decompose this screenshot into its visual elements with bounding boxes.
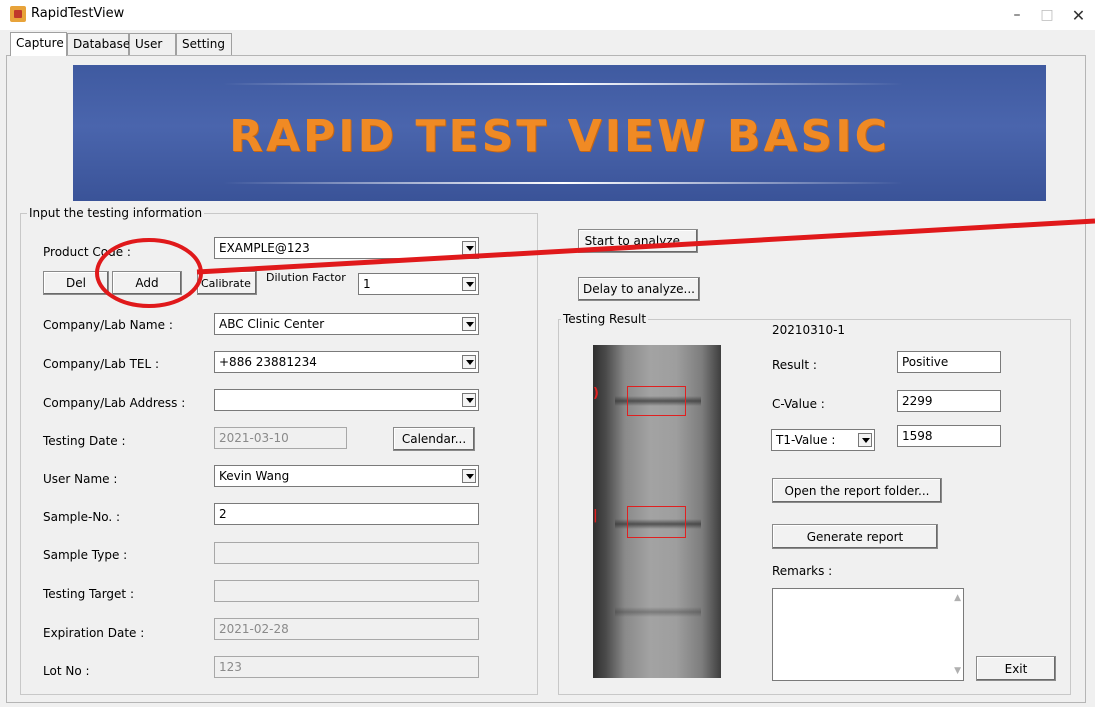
t1-value-field: 1598 <box>897 425 1001 447</box>
product-code-select[interactable]: EXAMPLE@123 <box>214 237 479 259</box>
result-value: Positive <box>902 355 949 369</box>
test-marker: | <box>593 508 598 523</box>
testing-target-label: Testing Target : <box>43 587 134 601</box>
t-value-select[interactable]: T1-Value : <box>771 429 875 451</box>
lot-no-value: 123 <box>219 660 242 674</box>
user-name-value: Kevin Wang <box>219 469 290 483</box>
control-roi-box <box>627 386 686 416</box>
sample-type-field <box>214 542 479 564</box>
c-value-value: 2299 <box>902 394 933 408</box>
company-address-label: Company/Lab Address : <box>43 396 186 410</box>
chevron-down-icon <box>858 433 872 447</box>
chevron-down-icon <box>462 469 476 483</box>
result-label: Result : <box>772 358 817 372</box>
company-tel-value: +886 23881234 <box>219 355 317 369</box>
generate-report-button[interactable]: Generate report <box>772 524 938 549</box>
open-report-folder-button[interactable]: Open the report folder... <box>772 478 942 503</box>
dilution-factor-value: 1 <box>363 277 371 291</box>
test-roi-box <box>627 506 686 538</box>
input-group-title: Input the testing information <box>27 206 205 220</box>
dilution-factor-label: Dilution Factor <box>266 271 346 284</box>
banner-title: RAPID TEST VIEW BASIC <box>229 111 890 162</box>
remarks-label: Remarks : <box>772 564 833 578</box>
chevron-down-icon <box>462 241 476 255</box>
company-name-value: ABC Clinic Center <box>219 317 325 331</box>
testing-date-field: 2021-03-10 <box>214 427 347 449</box>
user-name-label: User Name : <box>43 472 118 486</box>
c-value-label: C-Value : <box>772 397 825 411</box>
calendar-button[interactable]: Calendar... <box>393 427 475 451</box>
sample-no-value: 2 <box>219 507 227 521</box>
chevron-down-icon <box>462 277 476 291</box>
chevron-down-icon <box>462 317 476 331</box>
user-name-select[interactable]: Kevin Wang <box>214 465 479 487</box>
app-icon <box>10 6 26 22</box>
dilution-factor-select[interactable]: 1 <box>358 273 479 295</box>
testing-date-label: Testing Date : <box>43 434 126 448</box>
tab-capture[interactable]: Capture <box>10 32 67 56</box>
product-code-label: Product Code : <box>43 245 131 259</box>
company-name-select[interactable]: ABC Clinic Center <box>214 313 479 335</box>
test-strip-image: ) | <box>593 345 721 678</box>
scroll-down-icon[interactable]: ▼ <box>954 666 961 676</box>
testing-date-value: 2021-03-10 <box>219 431 289 445</box>
banner-bottom-line <box>223 182 903 184</box>
tab-user[interactable]: User <box>129 33 176 55</box>
window-title: RapidTestView <box>31 6 125 21</box>
title-bar: RapidTestView – □ ✕ <box>0 0 1095 30</box>
lot-no-field: 123 <box>214 656 479 678</box>
tab-setting[interactable]: Setting <box>176 33 232 55</box>
delay-analyze-button[interactable]: Delay to analyze... <box>578 277 700 301</box>
start-analyze-button[interactable]: Start to analyze... <box>578 229 698 253</box>
result-group-title: Testing Result <box>561 312 649 326</box>
chevron-down-icon <box>462 355 476 369</box>
expiration-date-field: 2021-02-28 <box>214 618 479 640</box>
product-code-value: EXAMPLE@123 <box>219 241 310 255</box>
expiration-date-value: 2021-02-28 <box>219 622 289 636</box>
company-address-select[interactable] <box>214 389 479 411</box>
t1-value-value: 1598 <box>902 429 933 443</box>
del-button[interactable]: Del <box>43 271 109 295</box>
company-tel-select[interactable]: +886 23881234 <box>214 351 479 373</box>
remarks-textarea[interactable]: ▲ ▼ <box>772 588 964 681</box>
sample-id-label: 20210310-1 <box>772 323 846 337</box>
control-marker: ) <box>593 386 599 401</box>
scroll-up-icon[interactable]: ▲ <box>954 593 961 603</box>
add-button[interactable]: Add <box>112 271 182 295</box>
result-field: Positive <box>897 351 1001 373</box>
chevron-down-icon <box>462 393 476 407</box>
expiration-date-label: Expiration Date : <box>43 626 145 640</box>
close-icon[interactable]: ✕ <box>1062 0 1095 30</box>
tab-database[interactable]: Database <box>67 33 130 55</box>
sample-type-label: Sample Type : <box>43 548 128 562</box>
calibrate-button[interactable]: Calibrate <box>197 271 257 295</box>
banner: RAPID TEST VIEW BASIC <box>73 65 1046 201</box>
t-value-select-label: T1-Value : <box>776 433 836 447</box>
sample-no-input[interactable]: 2 <box>214 503 479 525</box>
banner-top-line <box>223 83 903 85</box>
exit-button[interactable]: Exit <box>976 656 1056 681</box>
lot-no-label: Lot No : <box>43 664 90 678</box>
testing-target-field <box>214 580 479 602</box>
company-name-label: Company/Lab Name : <box>43 318 173 332</box>
sample-no-label: Sample-No. : <box>43 510 121 524</box>
c-value-field: 2299 <box>897 390 1001 412</box>
faint-band <box>615 607 701 617</box>
company-tel-label: Company/Lab TEL : <box>43 357 160 371</box>
